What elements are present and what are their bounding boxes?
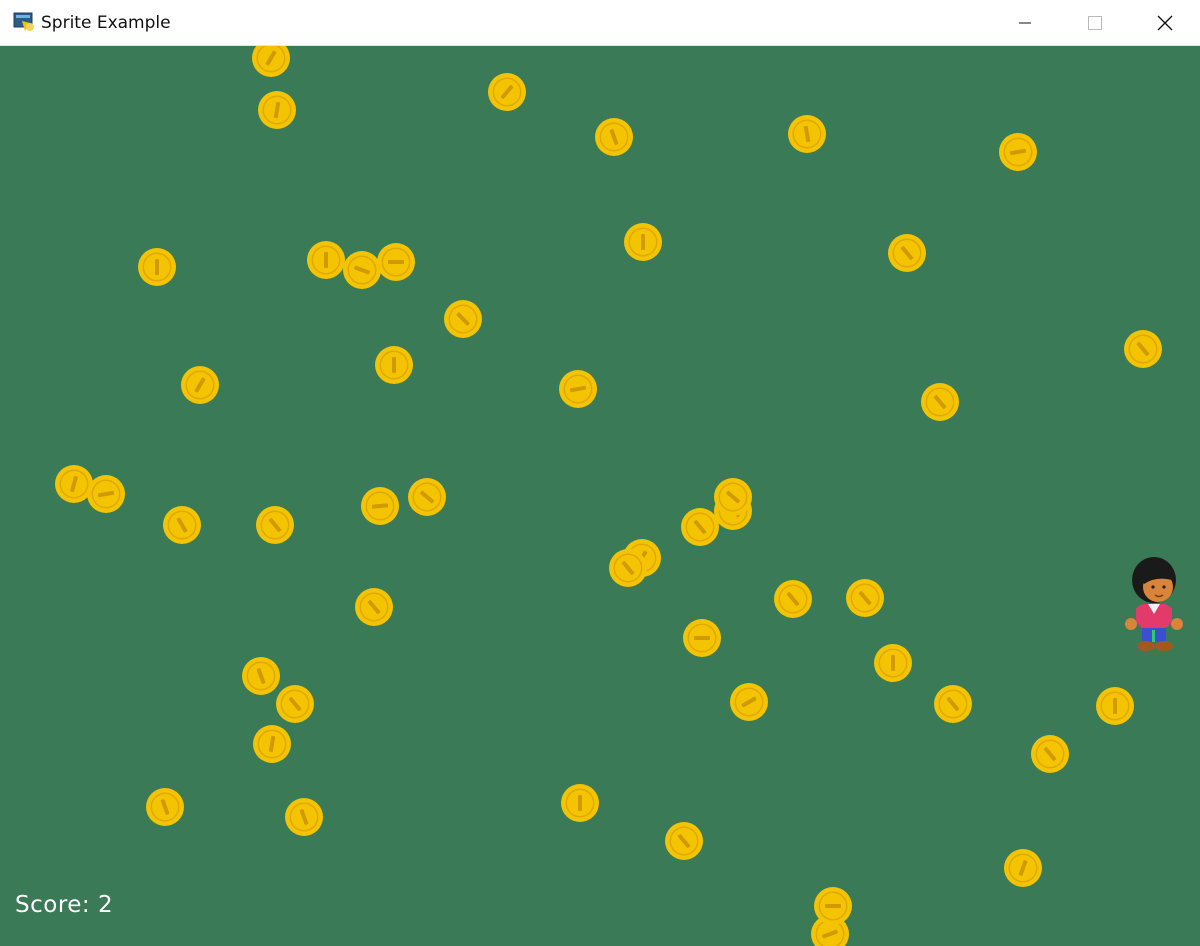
coin-sprite xyxy=(181,366,219,404)
coin-sprite xyxy=(138,248,176,286)
coin-sprite xyxy=(846,579,884,617)
coin-sprite xyxy=(665,822,703,860)
coin-sprite xyxy=(934,685,972,723)
score-label: Score: 2 xyxy=(15,892,114,918)
maximize-icon xyxy=(1088,16,1102,30)
coin-sprite xyxy=(595,118,633,156)
coin-sprite xyxy=(408,478,446,516)
coin-sprite xyxy=(343,251,381,289)
coin-sprite xyxy=(55,465,93,503)
coin-sprite xyxy=(1004,849,1042,887)
coin-sprite xyxy=(999,133,1037,171)
coin-sprite xyxy=(253,725,291,763)
coin-sprite xyxy=(874,644,912,682)
coin-sprite xyxy=(276,685,314,723)
coin-sprite xyxy=(285,798,323,836)
coin-sprite xyxy=(559,370,597,408)
game-canvas[interactable]: Score: 2 xyxy=(0,46,1200,946)
coin-sprite xyxy=(163,506,201,544)
coin-sprite xyxy=(921,383,959,421)
coin-sprite xyxy=(146,788,184,826)
coin-sprite xyxy=(355,588,393,626)
coin-sprite xyxy=(730,683,768,721)
coin-sprite xyxy=(624,223,662,261)
coin-sprite xyxy=(1096,687,1134,725)
coin-sprite xyxy=(561,784,599,822)
coin-sprite xyxy=(888,234,926,272)
coin-sprite xyxy=(683,619,721,657)
coin-sprite xyxy=(242,657,280,695)
coin-sprite xyxy=(444,300,482,338)
close-button[interactable] xyxy=(1130,0,1200,46)
coin-sprite xyxy=(256,506,294,544)
coin-sprite xyxy=(609,549,647,587)
coin-sprite xyxy=(681,508,719,546)
game-window: Sprite Example Score: 2 xyxy=(0,0,1200,946)
window-title: Sprite Example xyxy=(41,13,171,33)
minimize-icon xyxy=(1019,22,1031,24)
player-sprite xyxy=(1125,557,1183,651)
coin-sprite xyxy=(1124,330,1162,368)
coin-sprite xyxy=(1031,735,1069,773)
coin-sprite xyxy=(377,243,415,281)
coin-sprite xyxy=(361,487,399,525)
app-icon xyxy=(13,12,34,31)
close-icon xyxy=(1157,15,1173,31)
maximize-button[interactable] xyxy=(1060,0,1130,46)
coin-sprite xyxy=(258,91,296,129)
coin-sprite xyxy=(774,580,812,618)
coin-sprite xyxy=(375,346,413,384)
coin-sprite xyxy=(252,46,290,77)
title-bar[interactable]: Sprite Example xyxy=(0,0,1200,46)
coin-sprite xyxy=(307,241,345,279)
coin-sprite xyxy=(488,73,526,111)
coin-sprite xyxy=(814,887,852,925)
coin-sprite xyxy=(788,115,826,153)
minimize-button[interactable] xyxy=(990,0,1060,46)
